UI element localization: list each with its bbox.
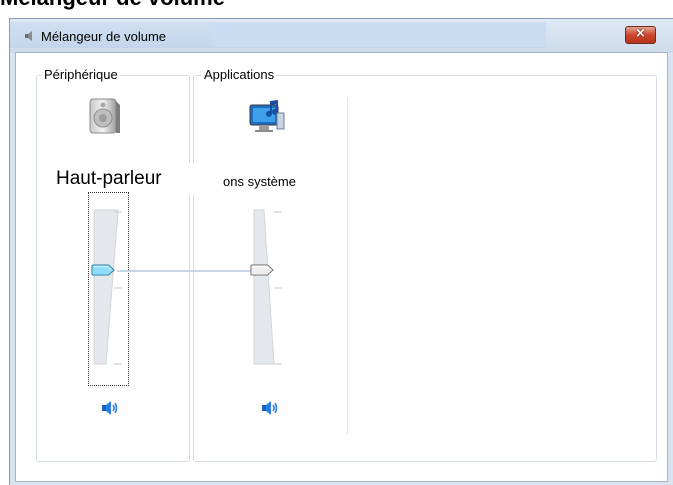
application-volume-thumb[interactable] <box>250 264 274 276</box>
application-mute-button[interactable] <box>260 399 280 417</box>
application-volume-slider[interactable] <box>244 192 294 386</box>
device-name-label: Haut-parleur <box>44 163 222 195</box>
devices-group-label: Périphérique <box>42 67 120 82</box>
title-bar[interactable]: Mélangeur de volume × <box>10 19 673 53</box>
overlay-banner: Mélangeur de volume <box>0 0 673 18</box>
mixer-client-area: Périphérique Applications Haut-parleur o… <box>15 52 668 482</box>
applications-group-label: Applications <box>202 67 277 82</box>
close-button[interactable]: × <box>625 26 656 44</box>
volume-mixer-window: Mélangeur de volume × Périphérique Appli… <box>9 18 673 485</box>
title-bar-highlight <box>212 23 546 47</box>
overlay-banner-text: Mélangeur de volume <box>0 0 225 10</box>
system-sounds-icon[interactable] <box>248 99 286 135</box>
device-mute-button[interactable] <box>100 399 120 417</box>
speaker-device-icon[interactable] <box>86 97 122 137</box>
close-icon: × <box>635 26 646 41</box>
volume-mixer-icon <box>25 31 32 41</box>
window-title: Mélangeur de volume <box>41 29 167 44</box>
speaker-volume-icon <box>262 401 278 415</box>
device-volume-slider[interactable] <box>88 192 129 386</box>
column-separator <box>347 97 348 435</box>
device-volume-thumb[interactable] <box>91 264 115 276</box>
slider-link-line <box>117 270 253 272</box>
speaker-volume-icon <box>102 401 118 415</box>
application-name-label: ons système <box>223 174 296 189</box>
